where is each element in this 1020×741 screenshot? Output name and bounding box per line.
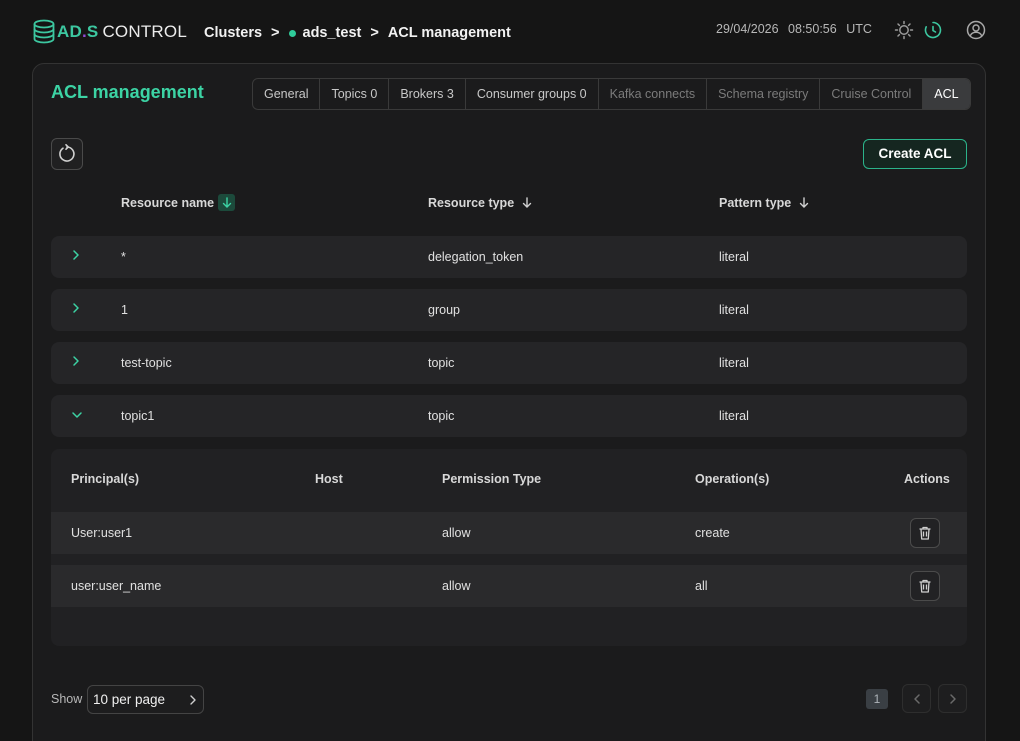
logo-s: S (86, 22, 99, 41)
tab-consumer-groups[interactable]: Consumer groups 0 (466, 79, 599, 109)
tab-schema-registry: Schema registry (707, 79, 821, 109)
breadcrumb-current-page: ACL management (387, 25, 511, 41)
tab-acl[interactable]: ACL (923, 79, 970, 109)
app-header: AD.S CONTROL Clusters > ads_test > ACL ma… (0, 0, 1020, 64)
resource-name-cell: * (121, 250, 126, 264)
delete-acl-button[interactable] (910, 518, 940, 548)
pattern-type-cell: literal (719, 250, 749, 264)
column-header-principal: Principal(s) (71, 472, 140, 486)
sort-arrow-icon[interactable] (218, 194, 236, 211)
resource-type-cell: group (428, 303, 460, 317)
tab-topics[interactable]: Topics 0 (320, 79, 390, 109)
logo-ad: AD (57, 22, 82, 41)
sort-arrow-icon[interactable] (795, 194, 812, 211)
database-logo-icon (33, 19, 55, 44)
create-acl-button[interactable]: Create ACL (863, 139, 967, 169)
page-title: ACL management (51, 82, 204, 102)
chevron-right-icon (949, 693, 956, 704)
table-row[interactable]: * delegation_token literal (51, 236, 967, 278)
pattern-type-cell: literal (719, 409, 749, 423)
logo-text: AD.S CONTROL (57, 22, 187, 42)
timezone-text: UTC (846, 22, 872, 36)
sun-icon (894, 20, 914, 40)
chevron-left-icon (913, 693, 920, 704)
trash-icon (919, 579, 931, 593)
column-header-permission-type: Permission Type (442, 472, 542, 486)
column-header-label: Resource name (121, 195, 215, 210)
cluster-tabs: General Topics 0 Brokers 3 Consumer grou… (252, 78, 971, 110)
resource-type-cell: topic (428, 409, 455, 423)
previous-page-button[interactable] (902, 684, 931, 713)
logo-control: CONTROL (102, 22, 187, 41)
chevron-right-icon[interactable] (71, 249, 81, 264)
show-label: Show (51, 692, 83, 706)
resource-type-cell: topic (428, 356, 455, 370)
column-header-resource-type[interactable]: Resource type (428, 194, 535, 211)
next-page-button[interactable] (938, 684, 967, 713)
permission-cell: allow (442, 579, 471, 593)
table-row-expanded[interactable]: topic1 topic literal (51, 395, 967, 437)
chevron-right-icon (189, 694, 197, 709)
acl-entry-row: User:user1 allow create (51, 512, 967, 554)
column-header-operations: Operation(s) (695, 472, 770, 486)
chevron-right-icon[interactable] (71, 355, 81, 370)
chevron-down-icon[interactable] (71, 408, 83, 423)
timer-refresh-icon (924, 21, 942, 39)
acl-entry-row: user:user_name allow all (51, 565, 967, 607)
breadcrumb-separator: > (271, 25, 280, 41)
acl-detail-table: Principal(s) Host Permission Type Operat… (51, 449, 967, 646)
column-header-pattern-type[interactable]: Pattern type (719, 194, 812, 211)
user-profile-button[interactable] (966, 20, 986, 40)
acl-management-panel: ACL management General Topics 0 Brokers … (32, 63, 986, 741)
column-header-label: Resource type (428, 195, 515, 210)
operations-cell: create (695, 526, 730, 540)
column-header-resource-name[interactable]: Resource name (121, 194, 236, 211)
time-text: 08:50:56 (788, 22, 837, 36)
page-size-select[interactable]: 10 per page (87, 685, 204, 714)
pattern-type-cell: literal (719, 303, 749, 317)
chevron-right-icon[interactable] (71, 302, 81, 317)
sort-arrow-icon[interactable] (518, 194, 535, 211)
current-page-number[interactable]: 1 (866, 689, 888, 709)
breadcrumb: Clusters > ads_test > ACL management (204, 25, 511, 41)
trash-icon (919, 526, 931, 540)
breadcrumb-cluster[interactable]: ads_test (303, 25, 362, 41)
tab-cruise-control: Cruise Control (820, 79, 924, 109)
theme-toggle-button[interactable] (894, 20, 914, 40)
tab-general[interactable]: General (253, 79, 321, 109)
pattern-type-cell: literal (719, 356, 749, 370)
date-text: 29/04/2026 (716, 22, 779, 36)
tab-kafka-connects: Kafka connects (599, 79, 708, 109)
server-datetime: 29/04/2026 08:50:56 UTC (716, 22, 878, 36)
cluster-status-dot (288, 29, 296, 37)
refresh-button[interactable] (51, 138, 83, 170)
breadcrumb-separator: > (370, 25, 379, 41)
page-size-value: 10 per page (93, 692, 166, 707)
breadcrumb-clusters[interactable]: Clusters (204, 25, 262, 41)
table-row[interactable]: 1 group literal (51, 289, 967, 331)
app-logo[interactable]: AD.S CONTROL (33, 18, 187, 46)
delete-acl-button[interactable] (910, 571, 940, 601)
resource-name-cell: topic1 (121, 409, 155, 423)
column-header-host: Host (315, 472, 343, 486)
auto-refresh-button[interactable] (923, 20, 943, 40)
resource-name-cell: test-topic (121, 356, 172, 370)
user-icon (966, 20, 986, 40)
resource-name-cell: 1 (121, 303, 128, 317)
principal-cell: user:user_name (71, 579, 162, 593)
refresh-icon (59, 144, 75, 162)
column-header-actions: Actions (904, 472, 950, 486)
column-header-label: Pattern type (719, 195, 792, 210)
resource-type-cell: delegation_token (428, 250, 524, 264)
principal-cell: User:user1 (71, 526, 133, 540)
table-row[interactable]: test-topic topic literal (51, 342, 967, 384)
tab-brokers[interactable]: Brokers 3 (389, 79, 466, 109)
operations-cell: all (695, 579, 708, 593)
permission-cell: allow (442, 526, 471, 540)
